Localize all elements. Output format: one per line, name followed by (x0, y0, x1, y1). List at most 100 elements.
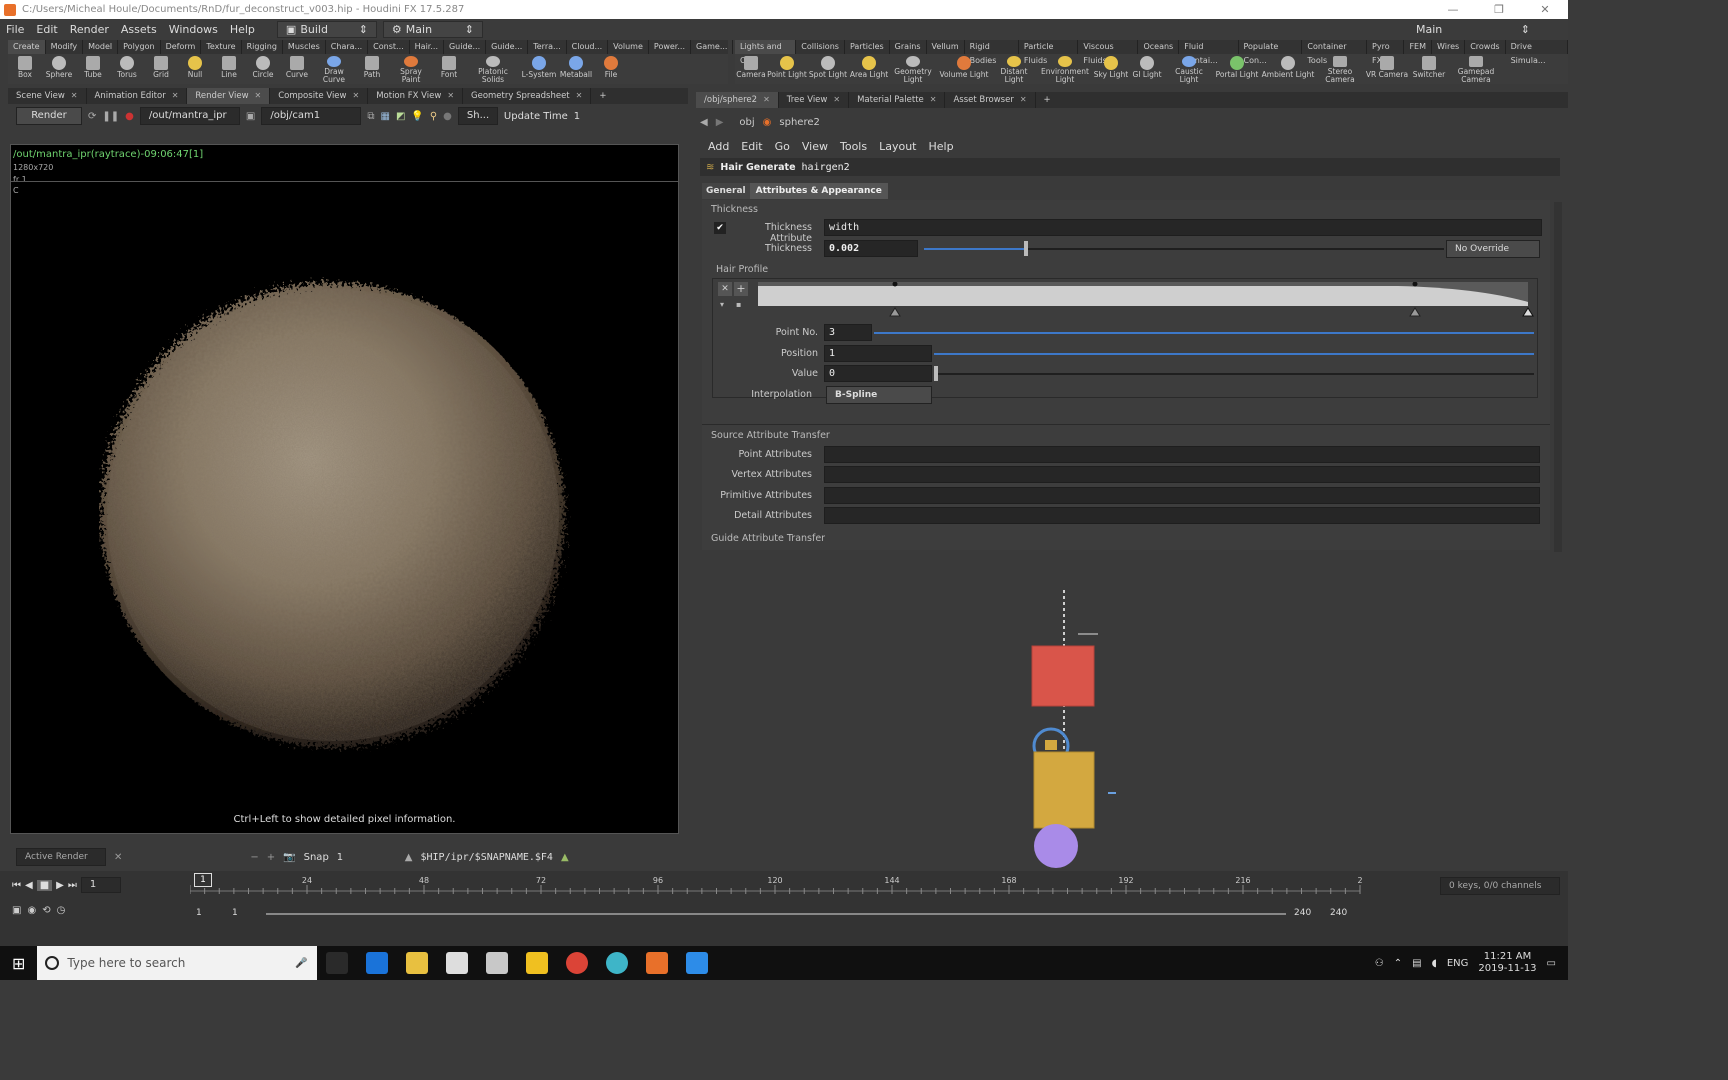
mail-icon[interactable] (486, 952, 509, 974)
shelf-tab[interactable]: Cloud... (567, 40, 609, 54)
tool-environment-light[interactable]: Environment Light (1037, 54, 1093, 84)
close-tab-icon[interactable]: ✕ (255, 88, 262, 104)
interpolation-dropdown[interactable]: B-Spline (826, 386, 932, 404)
close-tab-icon[interactable]: ✕ (447, 88, 454, 104)
tool-area-light[interactable]: Area Light (849, 54, 889, 84)
maximize-icon[interactable]: ❐ (1476, 3, 1522, 16)
yellow-node[interactable] (1033, 751, 1095, 829)
play-icon[interactable]: ▶ (56, 880, 64, 891)
stop-icon[interactable]: ■ (36, 879, 53, 891)
tool-font[interactable]: Font (432, 54, 466, 84)
tool-path[interactable]: Path (354, 54, 390, 84)
shelf-tab[interactable]: Game... (691, 40, 734, 54)
range-end2-field[interactable]: 240 (1330, 908, 1347, 918)
menu-help[interactable]: Help (224, 23, 261, 36)
shading-dropdown[interactable]: Sh... (457, 107, 498, 125)
people-icon[interactable]: ⚇ (1375, 958, 1384, 969)
tool-tube[interactable]: Tube (76, 54, 110, 84)
sticky-notes-icon[interactable] (526, 952, 549, 974)
tool-caustic-light[interactable]: Caustic Light (1165, 54, 1213, 84)
file-explorer-icon[interactable] (406, 952, 429, 974)
detail-attributes-field[interactable] (824, 507, 1540, 524)
zoom-out-icon[interactable]: − (250, 852, 258, 863)
tool-gamepad-camera[interactable]: Gamepad Camera (1449, 54, 1503, 84)
chrome-icon[interactable] (566, 952, 589, 974)
close-tab-icon[interactable]: ✕ (930, 92, 937, 108)
range-end-field[interactable]: 240 (1294, 908, 1311, 918)
tool-box[interactable]: Box (8, 54, 42, 84)
snapshot-icon[interactable]: ⧉ (367, 111, 374, 122)
refresh-icon[interactable]: ⟳ (88, 111, 96, 122)
store-icon[interactable] (446, 952, 469, 974)
shelf-tab[interactable]: Guide... (444, 40, 487, 54)
volume-icon[interactable]: ◖ (1432, 958, 1437, 969)
shelf-tab[interactable]: Model (83, 40, 119, 54)
save-icon[interactable]: ▲ (561, 852, 569, 863)
menu-edit[interactable]: Edit (735, 140, 768, 153)
slack-icon[interactable] (606, 952, 629, 974)
back-arrow-icon[interactable]: ◀ (700, 117, 708, 128)
shelf-tab[interactable]: Particles (845, 40, 890, 54)
tab-tree-view[interactable]: Tree View ✕ (779, 92, 850, 108)
position-field[interactable]: 1 (824, 345, 932, 362)
preview-icon[interactable]: ▦ (380, 111, 389, 122)
timeline-ruler[interactable]: 24 48 72 96 120 144 168 192 216 2 (190, 873, 1370, 901)
shelf-tab[interactable]: Collisions (796, 40, 845, 54)
menu-add[interactable]: Add (702, 140, 735, 153)
tool-torus[interactable]: Torus (110, 54, 144, 84)
add-tab-icon[interactable]: + (591, 88, 614, 104)
menu-go[interactable]: Go (769, 140, 796, 153)
shelf-tab[interactable]: Const... (368, 40, 410, 54)
shelf-tab[interactable]: Rigging (242, 40, 283, 54)
tool-volume-light[interactable]: Volume Light (937, 54, 991, 84)
tool-curve[interactable]: Curve (280, 54, 314, 84)
tab-obj-sphere2[interactable]: /obj/sphere2 ✕ (696, 92, 779, 108)
shelf-tab[interactable]: Pyro FX (1367, 40, 1405, 65)
value-field[interactable]: 0 (824, 365, 932, 382)
remove-point-icon[interactable]: ✕ (718, 282, 732, 296)
shelf-tab[interactable]: Vellum (927, 40, 965, 54)
realtime-icon[interactable]: ▣ (12, 905, 21, 916)
tool-spot-light[interactable]: Spot Light (807, 54, 849, 84)
shelf-tab[interactable]: Guide... (486, 40, 529, 54)
language-indicator[interactable]: ENG (1447, 958, 1469, 969)
audio-icon[interactable]: ◉ (27, 905, 36, 916)
frame-marker[interactable]: 1 (194, 873, 212, 887)
tool-camera[interactable]: Camera (735, 54, 767, 84)
network-editor[interactable] (696, 554, 1568, 870)
tool-ambient-light[interactable]: Ambient Light (1261, 54, 1315, 84)
shelf-tab[interactable]: Viscous Fluids (1078, 40, 1139, 65)
purple-node[interactable] (1034, 824, 1078, 868)
tab-animation-editor[interactable]: Animation Editor ✕ (87, 88, 188, 104)
shelf-tab[interactable]: Polygon (118, 40, 161, 54)
active-render-dropdown[interactable]: Active Render (16, 848, 106, 866)
close-tab-icon[interactable]: ✕ (353, 88, 360, 104)
tool-draw-curve[interactable]: Draw Curve (314, 54, 354, 84)
params-scrollbar[interactable] (1554, 202, 1562, 552)
value-slider[interactable] (934, 373, 1534, 375)
shelf-tab[interactable]: Container Tools (1302, 40, 1368, 65)
shelf-tab-lights[interactable]: Lights and C... (735, 40, 797, 65)
tool-file[interactable]: File (594, 54, 628, 84)
play-reverse-icon[interactable]: ◀ (25, 880, 33, 891)
range-start-field[interactable]: 1 (196, 908, 202, 918)
notifications-icon[interactable]: ▭ (1547, 958, 1556, 969)
snapshot-camera-icon[interactable]: 📷 (283, 852, 295, 863)
shelf-tab[interactable]: Wires (1432, 40, 1466, 54)
tool-switcher[interactable]: Switcher (1409, 54, 1449, 84)
tool-distant-light[interactable]: Distant Light (991, 54, 1037, 84)
tool-vr-camera[interactable]: VR Camera (1365, 54, 1409, 84)
shelf-tab[interactable]: Crowds (1465, 40, 1506, 54)
hair-profile-ramp[interactable] (758, 282, 1538, 318)
tool-geometry-light[interactable]: Geometry Light (889, 54, 937, 84)
forward-arrow-icon[interactable]: ▶ (716, 117, 724, 128)
jump-end-icon[interactable]: ⏭ (68, 880, 77, 891)
shelf-tab[interactable]: Fluid Contai... (1179, 40, 1239, 65)
pause-icon[interactable]: ❚❚ (102, 111, 119, 122)
zoom-icon[interactable]: ⚲ (430, 111, 437, 122)
menu-tools[interactable]: Tools (834, 140, 873, 153)
obj-path-crumb[interactable]: obj (739, 117, 754, 128)
tool-line[interactable]: Line (212, 54, 246, 84)
shelf-tab[interactable]: FEM (1404, 40, 1433, 54)
small-node[interactable] (1045, 740, 1057, 750)
